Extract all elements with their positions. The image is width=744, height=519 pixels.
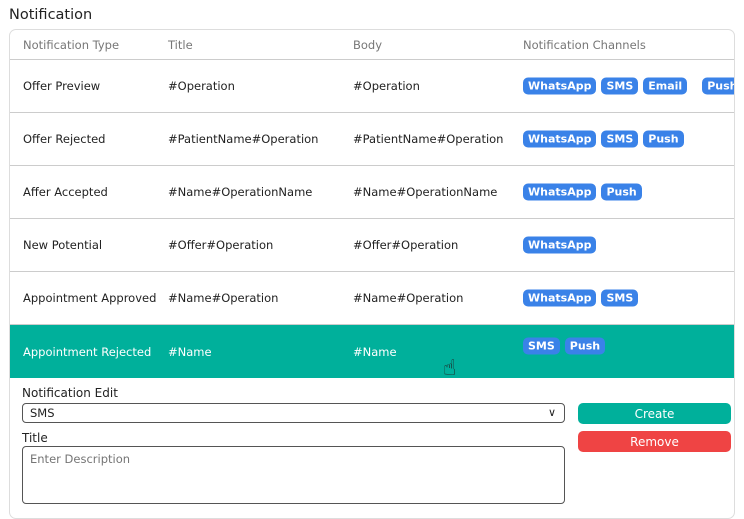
- table-header: Notification Type Title Body Notificatio…: [10, 30, 734, 60]
- select-value: SMS: [30, 406, 55, 420]
- notification-table: Notification Type Title Body Notificatio…: [9, 29, 735, 519]
- notification-edit-label: Notification Edit: [22, 386, 118, 400]
- title-cell: #Name#Operation: [168, 291, 279, 305]
- channel-badge: Push: [643, 130, 684, 148]
- channels-cell: WhatsApp SMS Push: [523, 130, 684, 148]
- channel-badge: SMS: [601, 130, 639, 148]
- body-cell: #Operation: [353, 79, 420, 93]
- channel-badge: WhatsApp: [523, 130, 597, 148]
- channel-select[interactable]: SMS ∨: [22, 403, 565, 423]
- column-header: Body: [353, 37, 383, 52]
- channel-badge: WhatsApp: [523, 77, 597, 95]
- create-button[interactable]: Create: [578, 403, 731, 424]
- chevron-down-icon: ∨: [547, 406, 556, 419]
- channel-badge: Push: [601, 183, 642, 201]
- table-row[interactable]: Appointment Rejected #Name #Name SMS Push: [10, 325, 734, 378]
- title-label: Title: [22, 431, 48, 445]
- type-cell: Offer Preview: [23, 79, 101, 93]
- channel-badge: Push: [702, 77, 734, 95]
- type-cell: Affer Accepted: [23, 185, 108, 199]
- title-cell: #Offer#Operation: [168, 238, 274, 252]
- title-cell: #Operation: [168, 79, 235, 93]
- channel-badge: WhatsApp: [523, 289, 597, 307]
- remove-button[interactable]: Remove: [578, 431, 731, 452]
- column-header: Notification Channels: [523, 37, 646, 52]
- type-cell: Appointment Rejected: [23, 344, 152, 359]
- title-cell: #Name: [168, 344, 212, 359]
- channels-cell: SMS Push: [523, 337, 606, 355]
- table-row[interactable]: New Potential #Offer#Operation #Offer#Op…: [10, 219, 734, 272]
- page-title: Notification: [9, 7, 93, 23]
- body-cell: #Name#OperationName: [353, 185, 498, 199]
- channels-cell: WhatsApp SMS: [523, 289, 639, 307]
- channel-badge: SMS: [523, 337, 560, 355]
- title-input[interactable]: [22, 446, 565, 504]
- column-header: Notification Type: [23, 37, 120, 52]
- body-cell: #Name: [353, 344, 397, 359]
- channel-badge: SMS: [601, 289, 639, 307]
- table-row[interactable]: Appointment Approved #Name#Operation #Na…: [10, 272, 734, 325]
- body-cell: #Offer#Operation: [353, 238, 459, 252]
- body-cell: #Name#Operation: [353, 291, 464, 305]
- channels-cell: WhatsApp SMS Email Push: [523, 77, 734, 95]
- channel-badge: WhatsApp: [523, 183, 597, 201]
- table-row[interactable]: Affer Accepted #Name#OperationName #Name…: [10, 166, 734, 219]
- type-cell: Appointment Approved: [23, 291, 157, 305]
- channel-badge: Push: [564, 337, 606, 355]
- column-header: Title: [168, 37, 193, 52]
- table-row[interactable]: Offer Rejected #PatientName#Operation #P…: [10, 113, 734, 166]
- title-cell: #Name#OperationName: [168, 185, 313, 199]
- table-row[interactable]: Offer Preview #Operation #Operation Whats…: [10, 60, 734, 113]
- hand-cursor-icon: ☝: [443, 356, 457, 381]
- channel-badge: Email: [643, 77, 688, 95]
- channels-cell: WhatsApp Push: [523, 183, 642, 201]
- channel-badge: SMS: [601, 77, 639, 95]
- title-cell: #PatientName#Operation: [168, 132, 319, 146]
- channels-cell: WhatsApp: [523, 236, 597, 254]
- body-cell: #PatientName#Operation: [353, 132, 504, 146]
- channel-badge: WhatsApp: [523, 236, 597, 254]
- type-cell: Offer Rejected: [23, 132, 106, 146]
- type-cell: New Potential: [23, 238, 103, 252]
